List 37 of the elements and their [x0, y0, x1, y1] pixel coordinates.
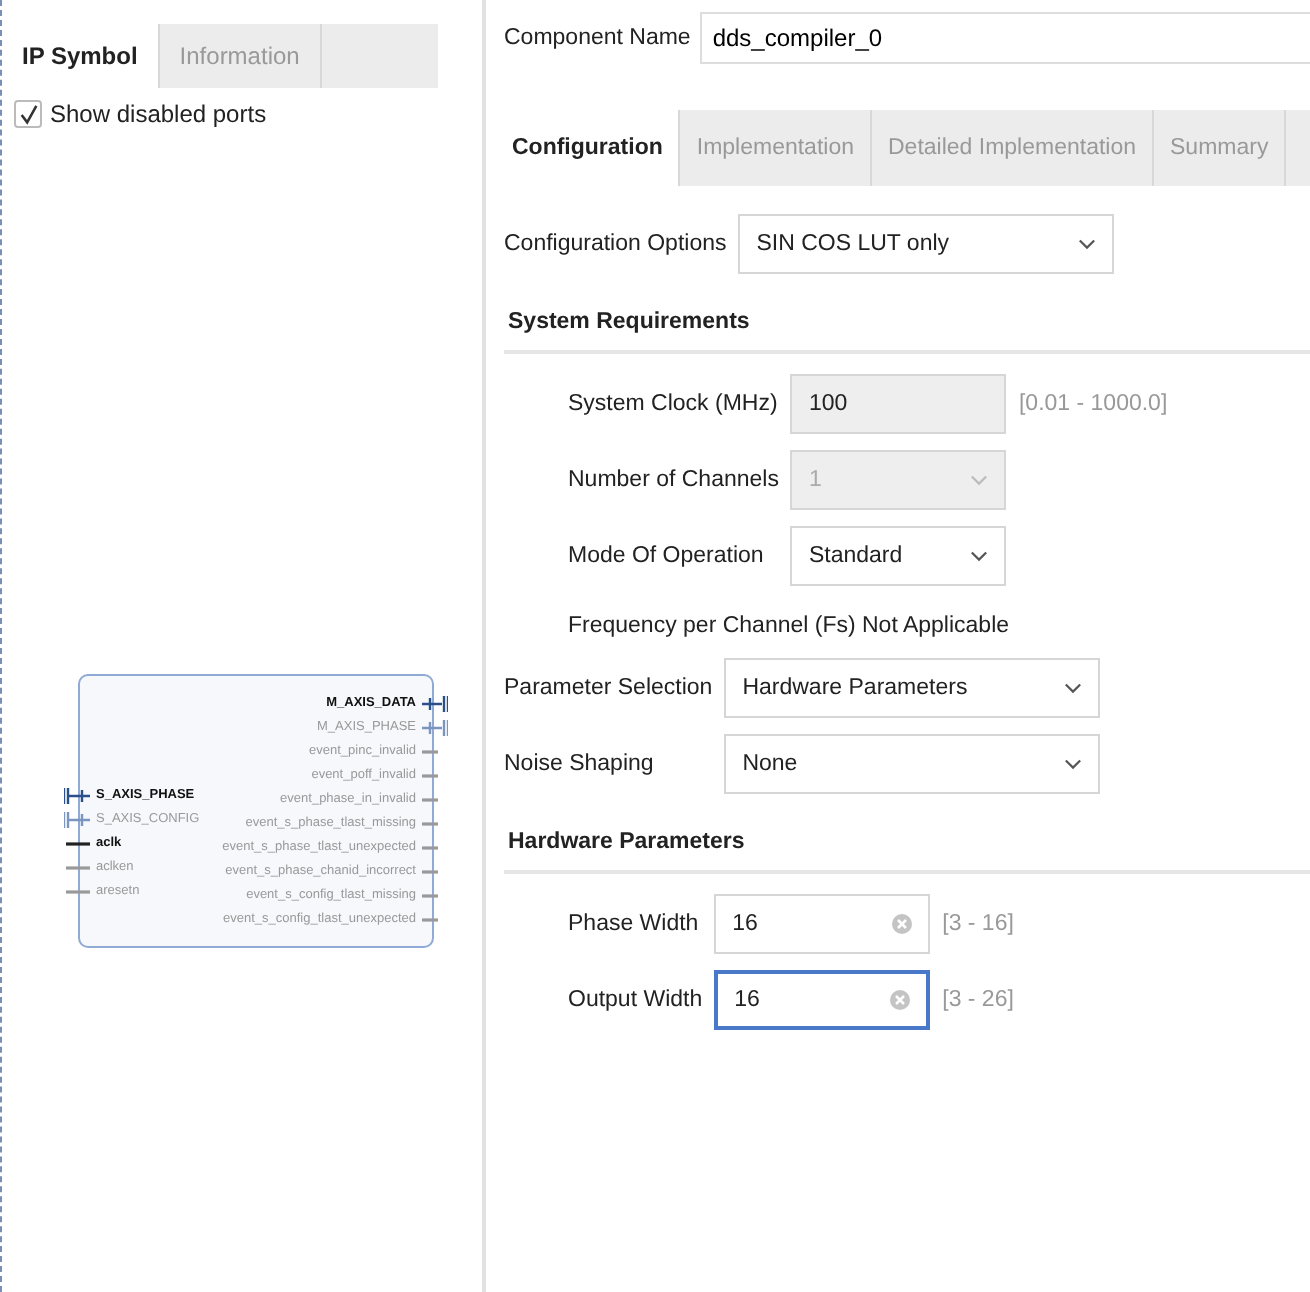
input-field[interactable]: 16 — [714, 970, 931, 1030]
checkbox[interactable] — [14, 100, 42, 128]
field-label: Phase Width — [568, 912, 701, 936]
field-label: Output Width — [568, 988, 703, 1012]
bus-pin-icon — [64, 809, 92, 829]
panel-tab[interactable]: IP Symbol — [2, 24, 160, 88]
field-label: System Clock (MHz) — [568, 392, 779, 416]
chevron-down-icon — [1064, 682, 1083, 694]
bus-pin-icon — [420, 717, 448, 737]
chevron-down-icon — [1064, 758, 1083, 770]
dropdown[interactable]: Hardware Parameters — [724, 658, 1101, 718]
component-name-field[interactable]: dds_compiler_0 — [700, 12, 1310, 64]
field-label: Configuration Options — [504, 232, 727, 256]
chevron-down-icon — [970, 550, 989, 562]
field-label: Parameter Selection — [504, 676, 713, 700]
field-label: Mode Of Operation — [568, 544, 766, 568]
chevron-down-icon — [970, 474, 989, 486]
section-title: System Requirements — [504, 294, 1310, 354]
tab[interactable]: Configuration — [496, 110, 681, 186]
range-hint: [3 - 16] — [942, 912, 1014, 936]
range-hint: [0.01 - 1000.0] — [1018, 392, 1168, 416]
input-field[interactable]: 16 — [714, 894, 931, 954]
section-title: Hardware Parameters — [504, 814, 1310, 874]
dropdown[interactable]: Standard — [790, 526, 1007, 586]
info-text: Frequency per Channel (Fs) Not Applicable — [566, 612, 1012, 638]
field-label: Component Name — [504, 26, 691, 50]
bus-pin-icon — [64, 785, 92, 805]
clear-icon[interactable] — [890, 990, 911, 1010]
chevron-down-icon — [1078, 238, 1097, 250]
dropdown[interactable]: None — [724, 734, 1101, 794]
checkbox-label: Show disabled ports — [50, 100, 267, 128]
field-label: Noise Shaping — [504, 752, 656, 776]
clear-icon[interactable] — [892, 914, 913, 934]
field-label: Number of Channels — [568, 468, 779, 492]
bus-pin-icon — [420, 693, 448, 713]
range-hint: [3 - 26] — [942, 988, 1014, 1012]
dropdown[interactable]: SIN COS LUT only — [738, 214, 1115, 274]
